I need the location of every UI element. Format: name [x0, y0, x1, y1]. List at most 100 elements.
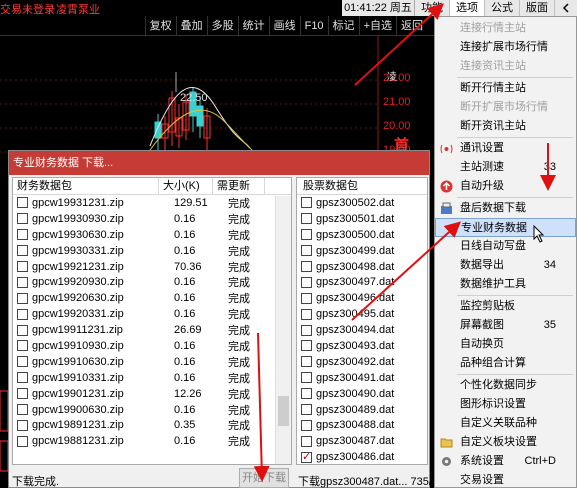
menu-item[interactable]: 盘后数据下载 [435, 199, 576, 218]
scrollbar[interactable] [275, 196, 291, 464]
row-checkbox[interactable] [17, 245, 28, 257]
table-row[interactable]: gpcw19920930.zip 0.16 完成 [13, 274, 291, 290]
menu-item[interactable]: 断开行情主站 [435, 79, 576, 98]
row-checkbox[interactable] [301, 450, 312, 463]
toolbar-overlay[interactable]: 叠加 [175, 16, 207, 36]
table-row[interactable]: gpcw19900630.zip 0.16 完成 [13, 402, 291, 418]
toolbar-mark[interactable]: 标记 [327, 16, 359, 36]
menu-item[interactable]: 专业财务数据 [435, 218, 576, 237]
row-checkbox[interactable] [17, 435, 28, 447]
menu-item[interactable]: 主站测速 33 [435, 158, 576, 177]
table-row[interactable]: gpcw19931231.zip 129.51 完成 [13, 195, 291, 211]
table-row[interactable]: gpcw19930930.zip 0.16 完成 [13, 211, 291, 227]
menu-item[interactable]: 日线自动写盘 [435, 237, 576, 256]
menu-item[interactable]: 断开资讯主站 [435, 117, 576, 136]
row-checkbox[interactable] [301, 276, 312, 288]
table-row[interactable]: gpsz300486.dat [297, 449, 427, 464]
table-row[interactable]: gpsz300488.dat [297, 417, 427, 433]
row-checkbox[interactable] [17, 213, 28, 225]
menu-item[interactable]: 自定义关联品种 [435, 414, 576, 433]
row-checkbox[interactable] [301, 308, 312, 320]
row-checkbox[interactable] [301, 372, 312, 384]
menu-item[interactable]: 屏幕截图 35 [435, 316, 576, 335]
row-checkbox[interactable] [17, 276, 28, 288]
row-checkbox[interactable] [17, 261, 28, 272]
toolbar-back[interactable]: 返回 [396, 16, 427, 36]
table-row[interactable]: gpcw19910930.zip 0.16 完成 [13, 338, 291, 354]
menu-item[interactable]: 系统设置 Ctrl+D [435, 452, 576, 471]
row-checkbox[interactable] [301, 245, 312, 257]
table-row[interactable]: gpsz300501.dat [297, 211, 427, 227]
stock-package-list[interactable]: 股票数据包 gpsz300502.dat gpsz300501.dat gpsz30… [296, 177, 428, 465]
chevron-left-icon[interactable] [555, 0, 577, 16]
menu-item[interactable]: 连接行情主站 [435, 19, 576, 38]
table-row[interactable]: gpcw19920630.zip 0.16 完成 [13, 290, 291, 306]
table-row[interactable]: gpsz300490.dat [297, 386, 427, 402]
row-checkbox[interactable] [17, 308, 28, 320]
table-row[interactable]: gpcw19920331.zip 0.16 完成 [13, 306, 291, 322]
row-checkbox[interactable] [301, 340, 312, 352]
row-checkbox[interactable] [301, 356, 312, 368]
table-row[interactable]: gpcw19911231.zip 26.69 完成 [13, 322, 291, 338]
menu-item[interactable]: 通讯设置 [435, 139, 576, 158]
toolbar-draw[interactable]: 画线 [268, 16, 300, 36]
menu-item[interactable]: 图形标识设置 [435, 395, 576, 414]
menu-item[interactable]: 自动换页 [435, 335, 576, 354]
table-row[interactable]: gpsz300491.dat [297, 370, 427, 386]
menu-item[interactable]: 自动升级 [435, 177, 576, 196]
table-row[interactable]: gpsz300492.dat [297, 354, 427, 370]
column-header-stock-package[interactable]: 股票数据包 [297, 178, 427, 195]
menu-item[interactable]: 连接扩展市场行情 [435, 38, 576, 57]
menu-item[interactable]: 个性化数据同步 [435, 376, 576, 395]
row-checkbox[interactable] [301, 404, 312, 416]
row-checkbox[interactable] [301, 419, 312, 431]
table-row[interactable]: gpcw19891231.zip 0.35 完成 [13, 417, 291, 433]
row-checkbox[interactable] [17, 197, 28, 209]
financial-package-list[interactable]: 财务数据包 大小(K) 需更新 gpcw19931231.zip 129.51 完成… [12, 177, 292, 465]
table-row[interactable]: gpcw19910630.zip 0.16 完成 [13, 354, 291, 370]
table-row[interactable]: gpcw19901231.zip 12.26 完成 [13, 386, 291, 402]
table-row[interactable]: gpsz300487.dat [297, 433, 427, 449]
table-row[interactable]: gpcw19930331.zip 0.16 完成 [13, 243, 291, 259]
toolbar-fuquan[interactable]: 复权 [144, 16, 176, 36]
table-row[interactable]: gpcw19910331.zip 0.16 完成 [13, 370, 291, 386]
menu-options[interactable]: 选项 [450, 0, 485, 16]
row-checkbox[interactable] [301, 229, 312, 241]
menu-formula[interactable]: 公式 [485, 0, 520, 16]
row-checkbox[interactable] [17, 356, 28, 368]
table-row[interactable]: gpsz300496.dat [297, 290, 427, 306]
menu-item[interactable]: 断开扩展市场行情 [435, 98, 576, 117]
column-header-size[interactable]: 大小(K) [159, 178, 213, 195]
login-status[interactable]: 交易未登录 [0, 1, 55, 17]
menu-layout[interactable]: 版面 [520, 0, 555, 16]
row-checkbox[interactable] [17, 340, 28, 352]
row-checkbox[interactable] [17, 388, 28, 400]
row-checkbox[interactable] [17, 292, 28, 304]
table-row[interactable]: gpcw19930630.zip 0.16 完成 [13, 227, 291, 243]
column-header-package[interactable]: 财务数据包 [13, 178, 159, 195]
row-checkbox[interactable] [301, 388, 312, 400]
dialog-title[interactable]: 专业财务数据 下载... [9, 151, 429, 175]
table-row[interactable]: gpsz300494.dat [297, 322, 427, 338]
menu-item[interactable]: 品种组合计算 [435, 354, 576, 373]
row-checkbox[interactable] [17, 324, 28, 336]
menu-function[interactable]: 功能 [415, 0, 450, 16]
table-row[interactable]: gpsz300493.dat [297, 338, 427, 354]
menu-item[interactable]: 监控剪贴板 [435, 297, 576, 316]
menu-item[interactable]: 交易设置 [435, 471, 576, 488]
table-row[interactable]: gpsz300502.dat [297, 195, 427, 211]
row-checkbox[interactable] [301, 435, 312, 447]
table-row[interactable]: gpcw19921231.zip 70.36 完成 [13, 259, 291, 275]
toolbar-stats[interactable]: 统计 [237, 16, 269, 36]
menu-item[interactable]: 数据导出 34 [435, 256, 576, 275]
row-checkbox[interactable] [301, 324, 312, 336]
table-row[interactable]: gpsz300489.dat [297, 402, 427, 418]
row-checkbox[interactable] [17, 419, 28, 431]
menu-item[interactable]: 连接资讯主站 [435, 57, 576, 76]
column-header-update[interactable]: 需更新 [213, 178, 265, 195]
row-checkbox[interactable] [301, 213, 312, 225]
row-checkbox[interactable] [301, 261, 312, 272]
menu-item[interactable]: 数据维护工具 [435, 275, 576, 294]
table-row[interactable]: gpcw19881231.zip 0.16 完成 [13, 433, 291, 449]
toolbar-add-watch[interactable]: +自选 [358, 16, 396, 36]
